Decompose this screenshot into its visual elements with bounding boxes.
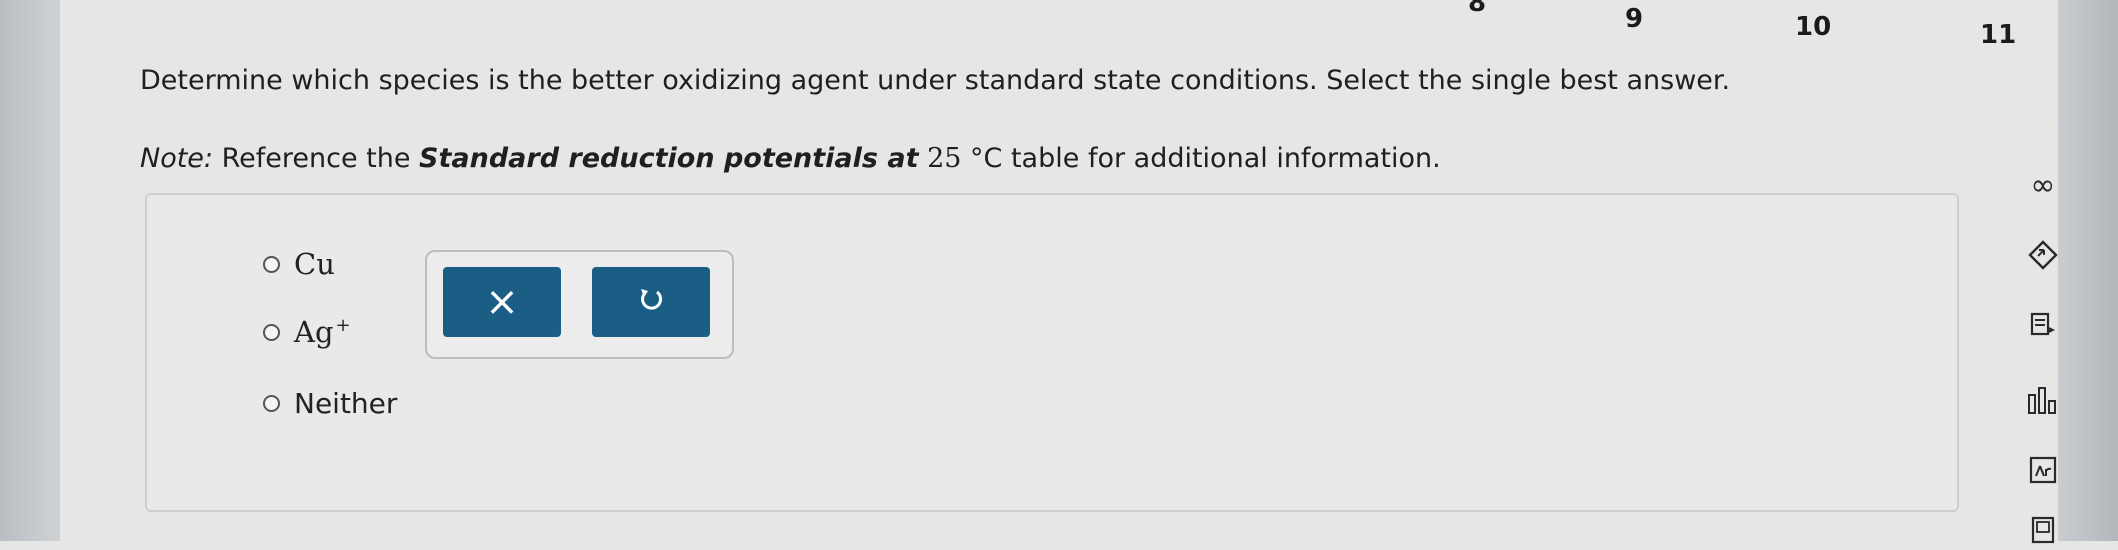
undo-icon: [636, 279, 666, 325]
question-prompt: Determine which species is the better ox…: [140, 65, 1731, 96]
option-ag-symbol: Ag: [294, 315, 334, 349]
undo-button[interactable]: [592, 267, 710, 337]
option-neither-label: Neither: [294, 387, 398, 420]
radio-cu[interactable]: [263, 255, 280, 273]
infinity-icon[interactable]: ∞: [2023, 165, 2063, 205]
reference-table-link[interactable]: Standard reduction potentials at: [419, 143, 918, 174]
left-edge: [0, 0, 60, 541]
option-neither[interactable]: Neither: [263, 387, 397, 420]
clear-button[interactable]: ×: [443, 267, 561, 337]
radio-neither[interactable]: [263, 395, 280, 412]
calculator-icon[interactable]: [2023, 510, 2063, 550]
note-post: table for additional information.: [1002, 143, 1441, 174]
periodic-table-icon[interactable]: [2023, 450, 2063, 490]
note-label: Note:: [140, 143, 214, 174]
question-9-link[interactable]: 9: [1625, 4, 1643, 34]
option-ag-charge: +: [335, 315, 351, 337]
side-toolbar: ∞: [2018, 165, 2078, 544]
chart-icon[interactable]: [2023, 380, 2063, 420]
option-cu-label: Cu: [294, 247, 335, 281]
question-10-link[interactable]: 10: [1795, 12, 1831, 42]
read-aloud-icon[interactable]: [2023, 305, 2063, 345]
option-ag-label: Ag +: [294, 315, 351, 349]
answer-actions: ×: [425, 250, 734, 359]
option-ag-plus[interactable]: Ag +: [263, 315, 351, 349]
question-navigator: 8 9 10 11: [1280, 0, 2080, 60]
note-temperature: 25: [918, 143, 971, 174]
note-pre: Reference the: [213, 143, 420, 174]
option-cu[interactable]: Cu: [263, 247, 335, 281]
answer-panel: Cu Ag + Neither ×: [145, 193, 1959, 512]
question-note: Note: Reference the Standard reduction p…: [140, 140, 1840, 178]
hint-icon[interactable]: [2023, 235, 2063, 275]
question-11-link[interactable]: 11: [1980, 20, 2016, 50]
close-icon: ×: [485, 279, 519, 325]
note-unit: °C: [970, 143, 1003, 174]
infinity-glyph: ∞: [2030, 167, 2056, 203]
question-8-link[interactable]: 8: [1468, 0, 1486, 18]
radio-ag-plus[interactable]: [263, 323, 280, 341]
